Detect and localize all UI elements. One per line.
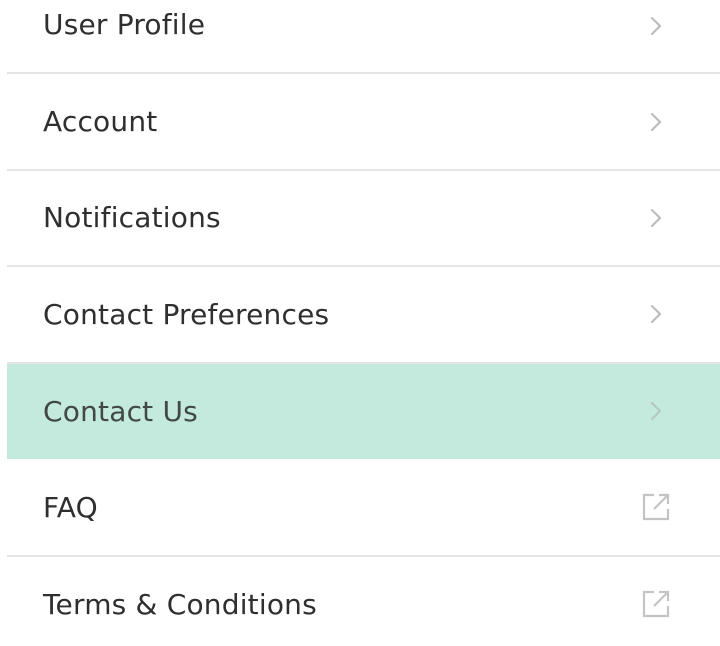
settings-menu: User Profile Account Notifications Conta… bbox=[0, 0, 720, 646]
chevron-right-icon bbox=[640, 106, 672, 138]
menu-item-faq[interactable]: FAQ bbox=[0, 460, 720, 555]
menu-item-label: Contact Preferences bbox=[43, 298, 330, 331]
menu-item-contact-us[interactable]: Contact Us bbox=[7, 364, 720, 459]
chevron-right-icon bbox=[640, 395, 672, 427]
menu-item-terms-conditions[interactable]: Terms & Conditions bbox=[0, 557, 720, 646]
menu-item-account[interactable]: Account bbox=[0, 74, 720, 169]
chevron-right-icon bbox=[640, 10, 672, 42]
menu-item-label: Account bbox=[43, 105, 158, 138]
menu-item-contact-preferences[interactable]: Contact Preferences bbox=[0, 267, 720, 362]
chevron-right-icon bbox=[640, 298, 672, 330]
external-link-icon bbox=[640, 491, 672, 523]
external-link-icon bbox=[640, 588, 672, 620]
menu-item-label: Terms & Conditions bbox=[43, 588, 317, 621]
chevron-right-icon bbox=[640, 202, 672, 234]
menu-item-user-profile[interactable]: User Profile bbox=[0, 0, 720, 72]
menu-item-notifications[interactable]: Notifications bbox=[0, 171, 720, 265]
menu-item-label: FAQ bbox=[43, 491, 98, 524]
menu-item-label: User Profile bbox=[43, 8, 206, 41]
menu-item-label: Contact Us bbox=[43, 395, 198, 428]
menu-item-label: Notifications bbox=[43, 201, 221, 234]
